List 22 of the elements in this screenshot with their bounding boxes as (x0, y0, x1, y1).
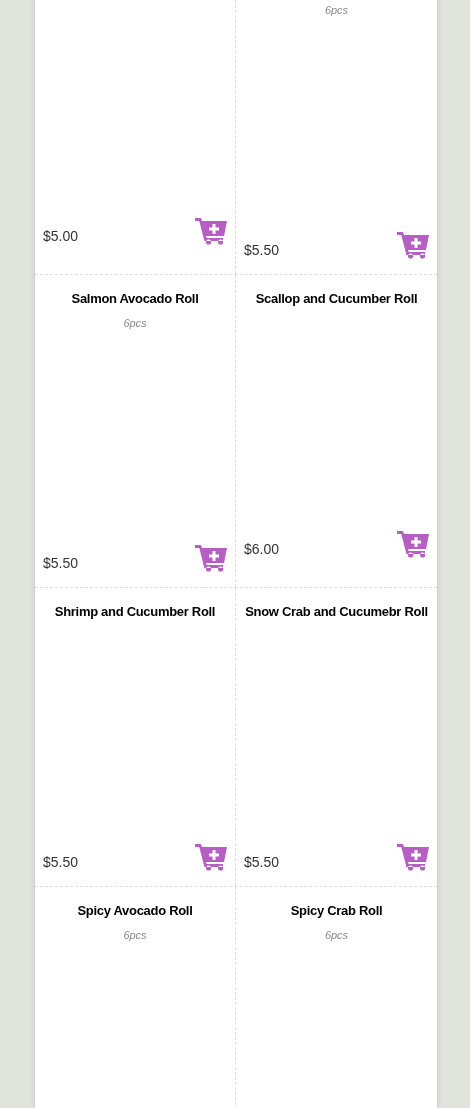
item-title: Scallop and Cucumber Roll (254, 291, 419, 308)
cart-plus-icon[interactable] (397, 231, 429, 261)
piece-count: 6pcs (323, 928, 350, 942)
piece-count: 6pcs (122, 928, 148, 942)
item-title: Spicy Avocado Roll (76, 903, 194, 920)
piece-count: 6pcs (122, 316, 148, 330)
item-price: $5.50 (244, 241, 280, 260)
piece-count: 6pcs (323, 3, 350, 17)
item-price: $5.50 (43, 853, 79, 872)
item-title: Salmon Avocado Roll (70, 291, 200, 308)
item-price: $5.50 (244, 853, 280, 872)
item-price: $6.00 (244, 540, 280, 559)
item-title: Spicy Crab Roll (289, 903, 384, 920)
cart-plus-icon[interactable] (195, 544, 227, 574)
cart-plus-icon[interactable] (397, 530, 429, 560)
cart-plus-icon[interactable] (397, 843, 429, 873)
cart-plus-icon[interactable] (195, 843, 227, 873)
item-price: $5.00 (43, 227, 79, 246)
item-title: Snow Crab and Cucumebr Roll (244, 604, 429, 621)
item-title: Shrimp and Cucumber Roll (53, 604, 217, 621)
item-price: $5.50 (43, 554, 79, 573)
cart-plus-icon[interactable] (195, 217, 227, 247)
